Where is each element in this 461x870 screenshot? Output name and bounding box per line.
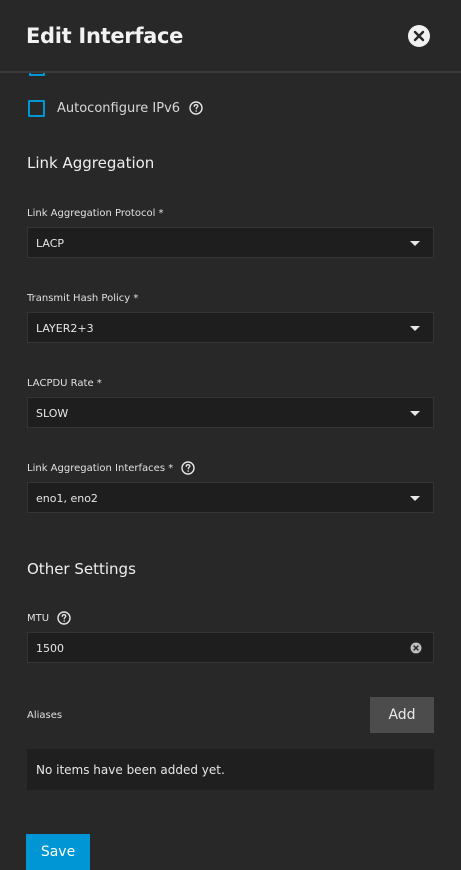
dropdown-arrow-icon	[410, 496, 420, 501]
help-icon[interactable]	[181, 461, 195, 475]
mtu-input[interactable]: 1500	[27, 632, 434, 663]
mtu-value: 1500	[36, 642, 64, 655]
empty-message: No items have been added yet.	[36, 763, 225, 777]
close-button[interactable]	[408, 25, 430, 47]
lacpdu-rate-value: SLOW	[36, 407, 69, 420]
lacpdu-rate-label: LACPDU Rate *	[27, 378, 102, 389]
lag-protocol-value: LACP	[36, 237, 65, 250]
lag-interfaces-label-row: Link Aggregation Interfaces *	[27, 461, 195, 475]
aliases-empty-state: No items have been added yet.	[27, 749, 434, 790]
hash-policy-select[interactable]: LAYER2+3	[27, 312, 434, 343]
aliases-label: Aliases	[27, 710, 63, 721]
lag-protocol-select[interactable]: LACP	[27, 227, 434, 258]
dropdown-arrow-icon	[410, 411, 420, 416]
dropdown-arrow-icon	[410, 241, 420, 246]
lag-interfaces-select[interactable]: eno1, eno2	[27, 482, 434, 513]
hash-policy-value: LAYER2+3	[36, 322, 94, 335]
clear-icon	[410, 642, 422, 654]
link-aggregation-title: Link Aggregation	[27, 154, 155, 172]
add-alias-button[interactable]: Add	[370, 697, 434, 733]
mtu-label-row: MTU	[27, 611, 71, 625]
mtu-label: MTU	[27, 612, 50, 624]
other-settings-title: Other Settings	[27, 560, 136, 578]
hash-policy-label: Transmit Hash Policy *	[27, 293, 139, 304]
help-icon[interactable]	[189, 101, 203, 115]
lag-interfaces-label: Link Aggregation Interfaces *	[27, 462, 174, 474]
dropdown-arrow-icon	[410, 326, 420, 331]
save-button[interactable]: Save	[26, 834, 90, 870]
lag-interfaces-value: eno1, eno2	[36, 492, 98, 505]
autoconfigure-ipv6-checkbox[interactable]	[28, 99, 45, 117]
help-icon[interactable]	[57, 611, 71, 625]
page-title: Edit Interface	[26, 24, 184, 48]
clear-input-button[interactable]	[410, 642, 422, 654]
autoconfigure-ipv6-row: Autoconfigure IPv6	[28, 99, 203, 117]
lacpdu-rate-select[interactable]: SLOW	[27, 397, 434, 428]
close-icon	[413, 30, 425, 42]
autoconfigure-ipv6-label: Autoconfigure IPv6	[57, 100, 181, 116]
lag-protocol-label: Link Aggregation Protocol *	[27, 208, 164, 219]
dialog-header: Edit Interface	[0, 0, 461, 73]
